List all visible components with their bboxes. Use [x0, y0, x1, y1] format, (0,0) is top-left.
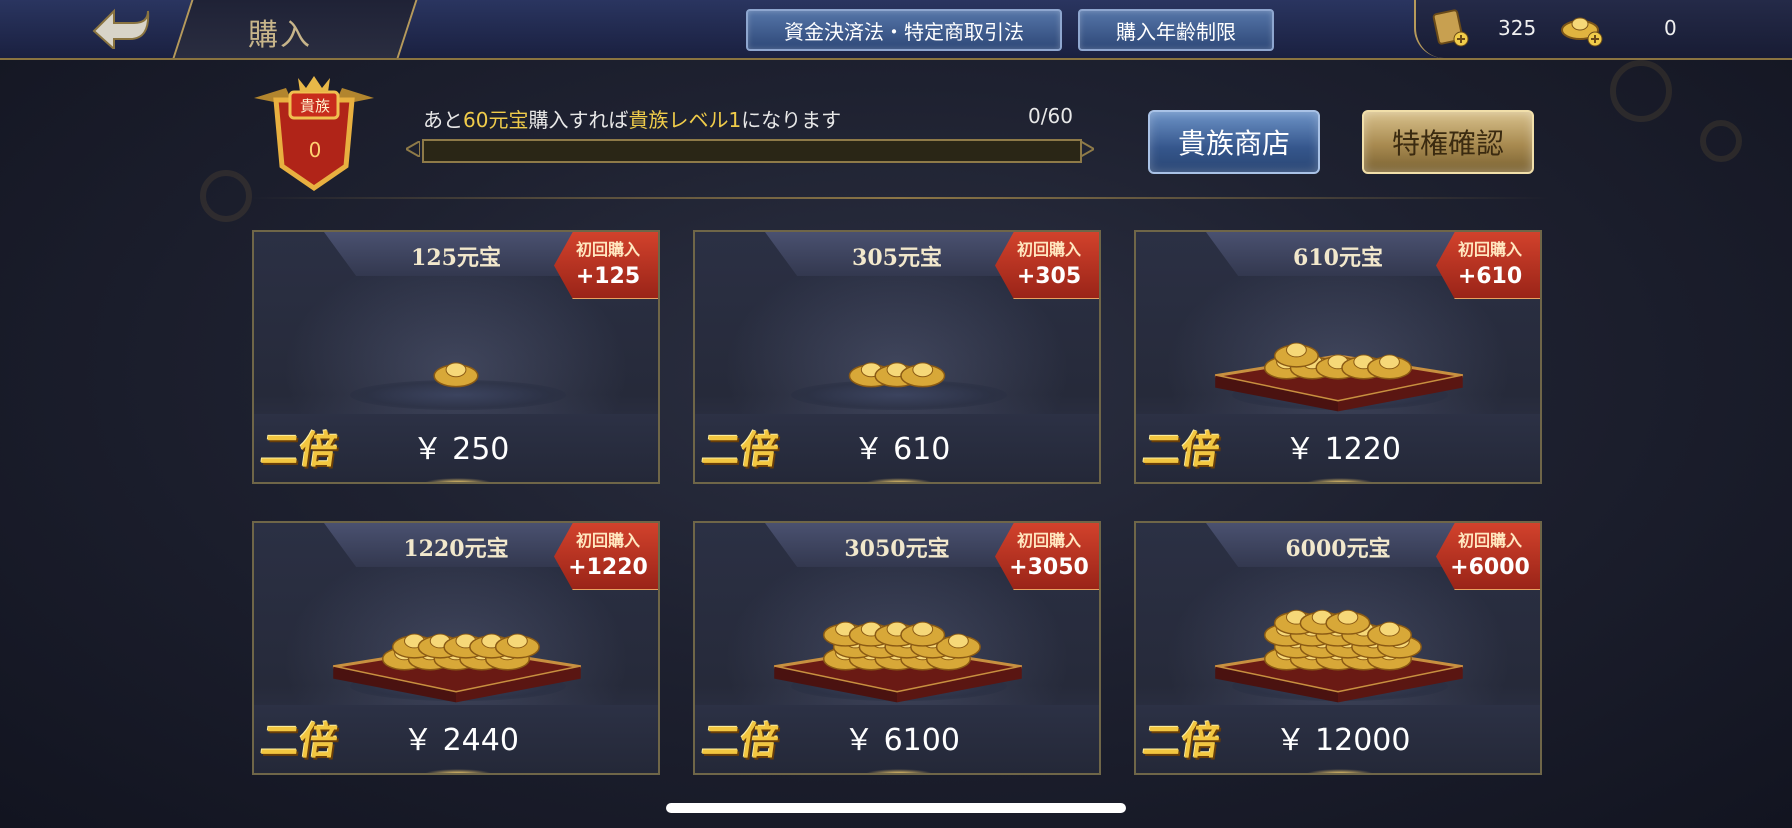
gold-ingot-pile-icon — [773, 621, 1023, 703]
first-purchase-label: 初回購入 — [1457, 240, 1522, 259]
card-price: ￥ 250 — [412, 432, 510, 467]
message-prefix: あと — [423, 108, 463, 132]
gold-currency[interactable]: 0 — [1560, 6, 1677, 50]
card-price: ￥ 2440 — [403, 723, 519, 758]
noble-progress-bar — [422, 139, 1082, 163]
card-bottom-glow — [1306, 769, 1374, 773]
noble-level-badge[interactable]: 貴族 0 — [246, 70, 382, 196]
noble-badge-label: 貴族 — [299, 97, 330, 115]
top-bar: 購入 資金決済法・特定商取引法 購入年齢制限 325 0 — [0, 0, 1792, 60]
back-arrow-icon — [92, 8, 150, 49]
card-price: ￥ 1220 — [1285, 432, 1401, 467]
age-limit-label: 購入年齢制限 — [1116, 19, 1236, 44]
purchase-card[interactable]: 610元宝 初回購入 +610 二倍 ￥ 1220 — [1134, 230, 1542, 484]
message-mid: 購入すれば — [528, 108, 629, 132]
first-purchase-label: 初回購入 — [575, 531, 640, 550]
gold-ingot-pile-icon — [332, 633, 582, 703]
noble-shop-label: 貴族商店 — [1177, 127, 1290, 160]
gold-count: 0 — [1664, 16, 1677, 40]
first-purchase-label: 初回購入 — [575, 240, 640, 259]
noble-shop-button[interactable]: 貴族商店 — [1148, 110, 1320, 174]
card-bottom-glow — [1306, 478, 1374, 482]
age-limit-button[interactable]: 購入年齢制限 — [1078, 9, 1274, 51]
card-bottom-glow — [865, 478, 933, 482]
card-price: ￥ 6100 — [844, 723, 960, 758]
first-purchase-label: 初回購入 — [1457, 531, 1522, 550]
card-bottom-glow — [424, 478, 492, 482]
gold-ingot-pile-icon — [433, 362, 479, 388]
message-suffix: になります — [741, 108, 842, 132]
payment-law-button[interactable]: 資金決済法・特定商取引法 — [746, 9, 1062, 51]
card-price: ￥ 610 — [853, 432, 951, 467]
purchase-card[interactable]: 1220元宝 初回購入 +1220 二倍 ￥ 2440 — [252, 521, 660, 775]
progress-right-cap-icon — [1080, 141, 1094, 157]
first-purchase-label: 初回購入 — [1016, 240, 1081, 259]
card-price: ￥ 12000 — [1275, 723, 1411, 758]
payment-law-label: 資金決済法・特定商取引法 — [784, 19, 1024, 44]
ticket-currency[interactable]: 325 — [1430, 6, 1536, 50]
message-amount: 60元宝 — [463, 108, 529, 132]
gold-ingot-pile-icon — [848, 362, 946, 388]
gold-ingot-pile-icon — [1214, 609, 1464, 703]
background-coin-decor — [1610, 60, 1672, 122]
background-coin-decor — [1700, 120, 1742, 162]
purchase-card[interactable]: 6000元宝 初回購入 +6000 二倍 ￥ 12000 — [1134, 521, 1542, 775]
ticket-icon — [1432, 9, 1469, 47]
home-indicator — [666, 803, 1126, 813]
ticket-count: 325 — [1498, 16, 1537, 40]
card-bottom-glow — [424, 769, 492, 773]
card-bottom-glow — [865, 769, 933, 773]
privilege-check-label: 特権確認 — [1391, 127, 1504, 160]
privilege-check-button[interactable]: 特権確認 — [1362, 110, 1534, 174]
section-divider — [250, 197, 1550, 199]
message-level: 貴族レベル1 — [628, 108, 742, 132]
first-purchase-label: 初回購入 — [1016, 531, 1081, 550]
noble-badge-emblem — [254, 76, 374, 192]
gold-ingot-pile-icon — [1214, 342, 1464, 412]
purchase-card[interactable]: 125元宝 初回購入 +125 二倍 ￥ 250 — [252, 230, 660, 484]
noble-progress-count: 0/60 — [1028, 104, 1073, 128]
noble-progress-message: あと60元宝購入すれば貴族レベル1になります — [423, 104, 841, 133]
back-button[interactable] — [88, 2, 154, 52]
purchase-card[interactable]: 305元宝 初回購入 +305 二倍 ￥ 610 — [693, 230, 1101, 484]
gold-ingot-icon — [1561, 17, 1603, 47]
background-coin-decor — [200, 170, 252, 222]
noble-level-number: 0 — [308, 138, 322, 162]
progress-left-cap-icon — [406, 141, 420, 157]
page-title: 購入 — [248, 18, 312, 53]
purchase-card[interactable]: 3050元宝 初回購入 +3050 二倍 ￥ 6100 — [693, 521, 1101, 775]
